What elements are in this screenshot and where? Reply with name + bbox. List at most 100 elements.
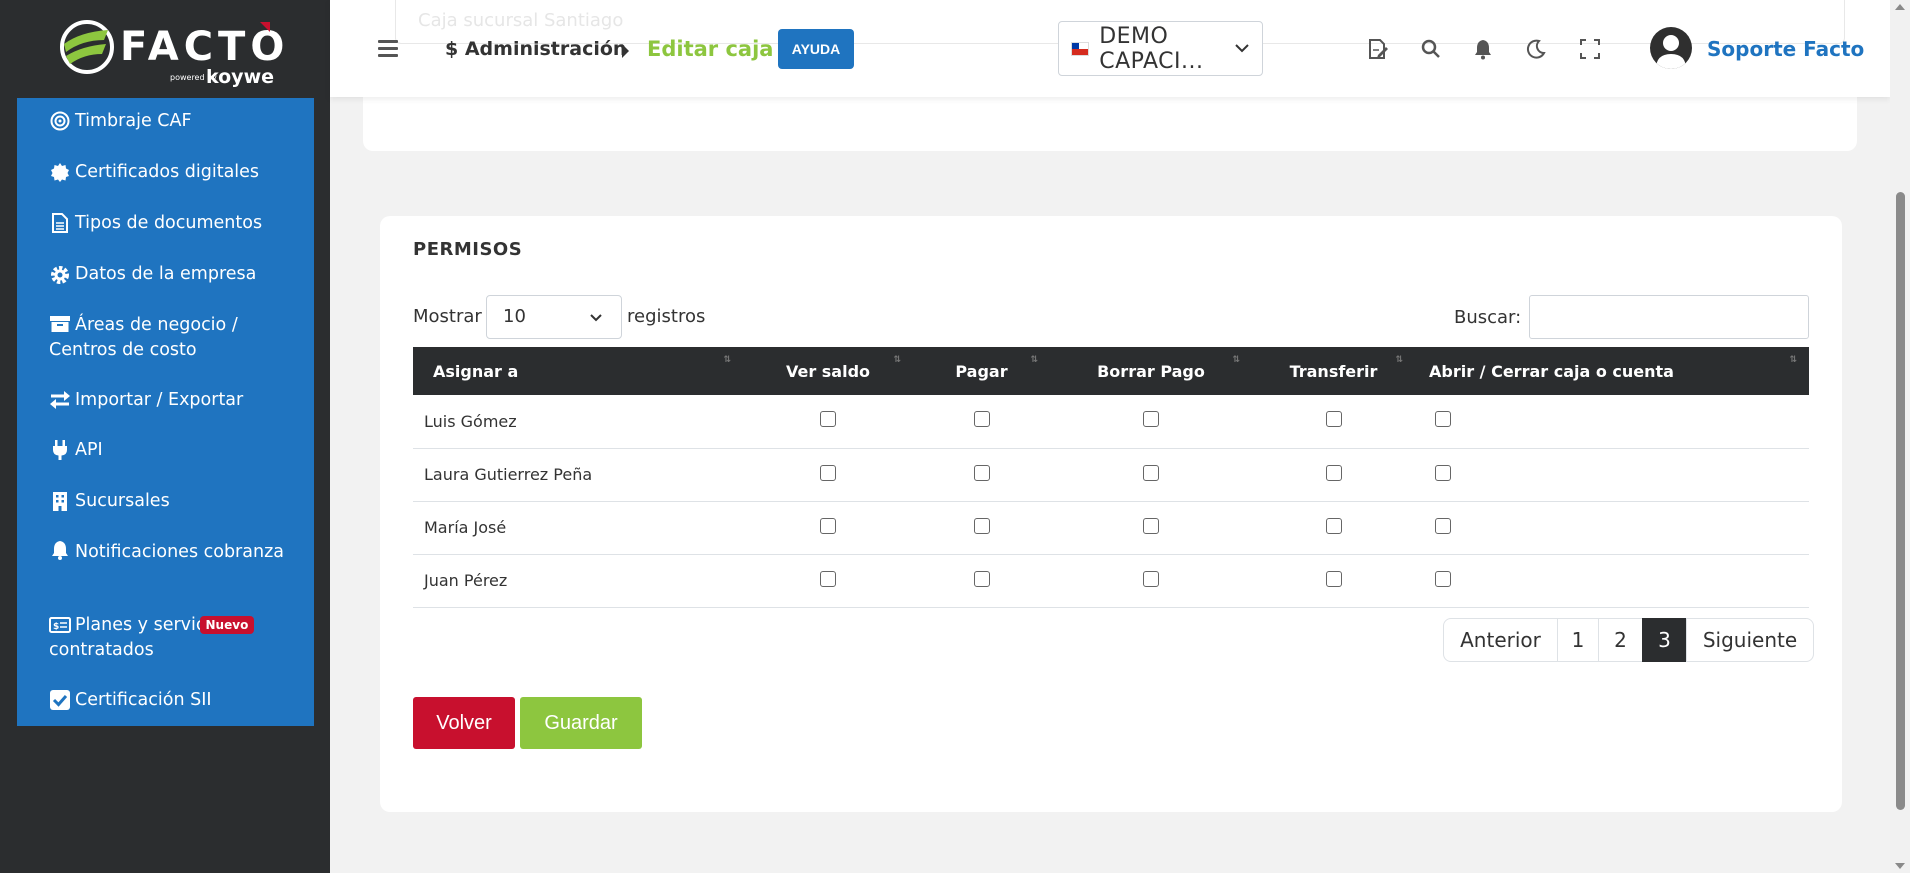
sidebar-item-importar-exportar[interactable]: Importar / Exportar — [49, 388, 243, 413]
transferir-checkbox[interactable] — [1325, 570, 1342, 587]
page-size-select[interactable]: 10 — [486, 295, 622, 339]
user-name-cell: María José — [413, 501, 743, 555]
scroll-down-arrow-icon[interactable] — [1895, 863, 1905, 869]
abrir-cerrar-checkbox[interactable] — [1435, 411, 1451, 428]
ver-saldo-checkbox[interactable] — [820, 570, 836, 587]
ver-saldo-checkbox[interactable] — [820, 517, 836, 534]
pagination-page-3-active[interactable]: 3 — [1642, 618, 1687, 662]
sort-icon: ⇅ — [1395, 355, 1403, 365]
search-icon[interactable] — [1418, 36, 1444, 62]
building-icon — [49, 491, 71, 511]
sidebar-item-label: Planes y servic — [75, 615, 206, 635]
table-header-row: Asignar a ⇅ Ver saldo ⇅ Pagar ⇅ Borrar Pago… — [413, 347, 1809, 395]
table-row: Luis Gómez — [413, 395, 1809, 449]
notifications-bell-icon[interactable] — [1470, 36, 1496, 62]
menu-toggle-icon[interactable] — [378, 40, 398, 57]
pagar-checkbox[interactable] — [973, 517, 990, 534]
column-header[interactable]: Pagar ⇅ — [913, 347, 1050, 395]
chile-flag-icon — [1071, 41, 1090, 56]
page-size-value: 10 — [503, 306, 526, 327]
sidebar-item-areas-negocio[interactable]: Áreas de negocio / Centros de costo — [49, 313, 289, 363]
borrar-pago-checkbox[interactable] — [1143, 464, 1159, 481]
user-name-cell: Juan Pérez — [413, 554, 743, 608]
chevron-down-icon — [1235, 44, 1249, 53]
column-header[interactable]: Borrar Pago ⇅ — [1050, 347, 1252, 395]
sidebar-item-label: Sucursales — [75, 491, 170, 511]
sidebar-item-planes-servicios[interactable]: $ Planes y servicNuevo contratados — [49, 613, 289, 663]
transferir-checkbox[interactable] — [1325, 517, 1342, 534]
search-input[interactable] — [1529, 295, 1809, 339]
column-header[interactable]: Abrir / Cerrar caja o cuenta ⇅ — [1415, 347, 1809, 395]
company-select[interactable]: DEMO CAPACI... — [1058, 21, 1263, 76]
save-button[interactable]: Guardar — [520, 697, 642, 749]
target-icon — [49, 111, 71, 131]
borrar-pago-checkbox[interactable] — [1143, 570, 1159, 587]
user-name[interactable]: Soporte Facto — [1707, 37, 1864, 61]
column-header[interactable]: Ver saldo ⇅ — [743, 347, 913, 395]
exchange-icon — [49, 390, 71, 410]
breadcrumb-current: Editar caja — [647, 37, 774, 61]
ver-saldo-checkbox[interactable] — [820, 464, 836, 481]
bell-icon — [49, 540, 71, 560]
sidebar-item-label: Certificados digitales — [75, 162, 260, 182]
check-square-icon — [49, 690, 71, 710]
transferir-checkbox[interactable] — [1325, 464, 1342, 481]
help-button[interactable]: AYUDA — [778, 29, 854, 69]
column-header[interactable]: Asignar a ⇅ — [413, 347, 743, 395]
gear-icon — [49, 264, 71, 286]
document-icon — [49, 213, 71, 233]
caja-details-card — [363, 97, 1857, 151]
svg-text:$: $ — [53, 622, 59, 632]
page-scrollbar[interactable] — [1890, 0, 1910, 873]
pagination-page-1[interactable]: 1 — [1557, 618, 1599, 662]
sidebar-item-label: Notificaciones cobranza — [75, 542, 284, 562]
sidebar-item-label: Certificación SII — [75, 690, 212, 710]
breadcrumb-separator-icon — [622, 44, 629, 58]
user-name-cell: Laura Gutierrez Peña — [413, 448, 743, 502]
show-entries-label: Mostrar — [413, 306, 482, 327]
scroll-up-arrow-icon[interactable] — [1895, 4, 1905, 10]
scrollbar-thumb[interactable] — [1896, 192, 1905, 810]
sidebar-item-notificaciones[interactable]: Notificaciones cobranza — [49, 538, 289, 565]
pagar-checkbox[interactable] — [973, 411, 990, 428]
sidebar-item-label: Timbraje CAF — [75, 111, 192, 131]
pagination-page-2[interactable]: 2 — [1598, 618, 1643, 662]
sort-icon: ⇅ — [1789, 355, 1797, 365]
borrar-pago-checkbox[interactable] — [1143, 517, 1159, 534]
money-card-icon: $ — [49, 617, 71, 633]
sort-icon: ⇅ — [893, 355, 901, 365]
sidebar-item-datos-empresa[interactable]: Datos de la empresa — [49, 262, 256, 287]
facto-logo[interactable]: FACTO powered by koywe — [58, 16, 284, 88]
plug-icon — [49, 440, 71, 460]
fullscreen-icon[interactable] — [1577, 36, 1603, 62]
sidebar-item-label: Tipos de documentos — [75, 213, 263, 233]
logo-koywe: koywe — [206, 66, 275, 88]
abrir-cerrar-checkbox[interactable] — [1435, 464, 1451, 481]
sidebar-item-label: Datos de la empresa — [75, 264, 257, 284]
sidebar-item-certificados[interactable]: Certificados digitales — [49, 160, 259, 185]
pagar-checkbox[interactable] — [973, 570, 990, 587]
column-header[interactable]: Transferir ⇅ — [1252, 347, 1415, 395]
pagination-next[interactable]: Siguiente — [1686, 618, 1814, 662]
sidebar-item-api[interactable]: API — [49, 438, 103, 463]
pagination-previous[interactable]: Anterior — [1443, 618, 1558, 662]
transferir-checkbox[interactable] — [1325, 411, 1342, 428]
back-button[interactable]: Volver — [413, 697, 515, 749]
new-badge: Nuevo — [199, 616, 255, 634]
borrar-pago-checkbox[interactable] — [1143, 411, 1159, 428]
breadcrumb-parent[interactable]: $ Administración — [445, 38, 626, 60]
edit-document-icon[interactable] — [1365, 36, 1391, 62]
user-name-cell: Luis Gómez — [413, 395, 743, 449]
sidebar-item-timbraje-caf[interactable]: Timbraje CAF — [49, 109, 192, 134]
sidebar-item-sucursales[interactable]: Sucursales — [49, 489, 170, 514]
abrir-cerrar-checkbox[interactable] — [1435, 517, 1451, 534]
sidebar-item-label-cont: contratados — [49, 640, 154, 660]
abrir-cerrar-checkbox[interactable] — [1435, 570, 1451, 587]
sidebar-item-tipos-documentos[interactable]: Tipos de documentos — [49, 211, 262, 236]
ver-saldo-checkbox[interactable] — [820, 411, 836, 428]
pagar-checkbox[interactable] — [973, 464, 990, 481]
user-avatar[interactable] — [1650, 27, 1692, 69]
dark-mode-moon-icon[interactable] — [1523, 36, 1549, 62]
card-title: PERMISOS — [413, 239, 523, 260]
sidebar-item-certificacion-sii[interactable]: Certificación SII — [49, 688, 212, 713]
